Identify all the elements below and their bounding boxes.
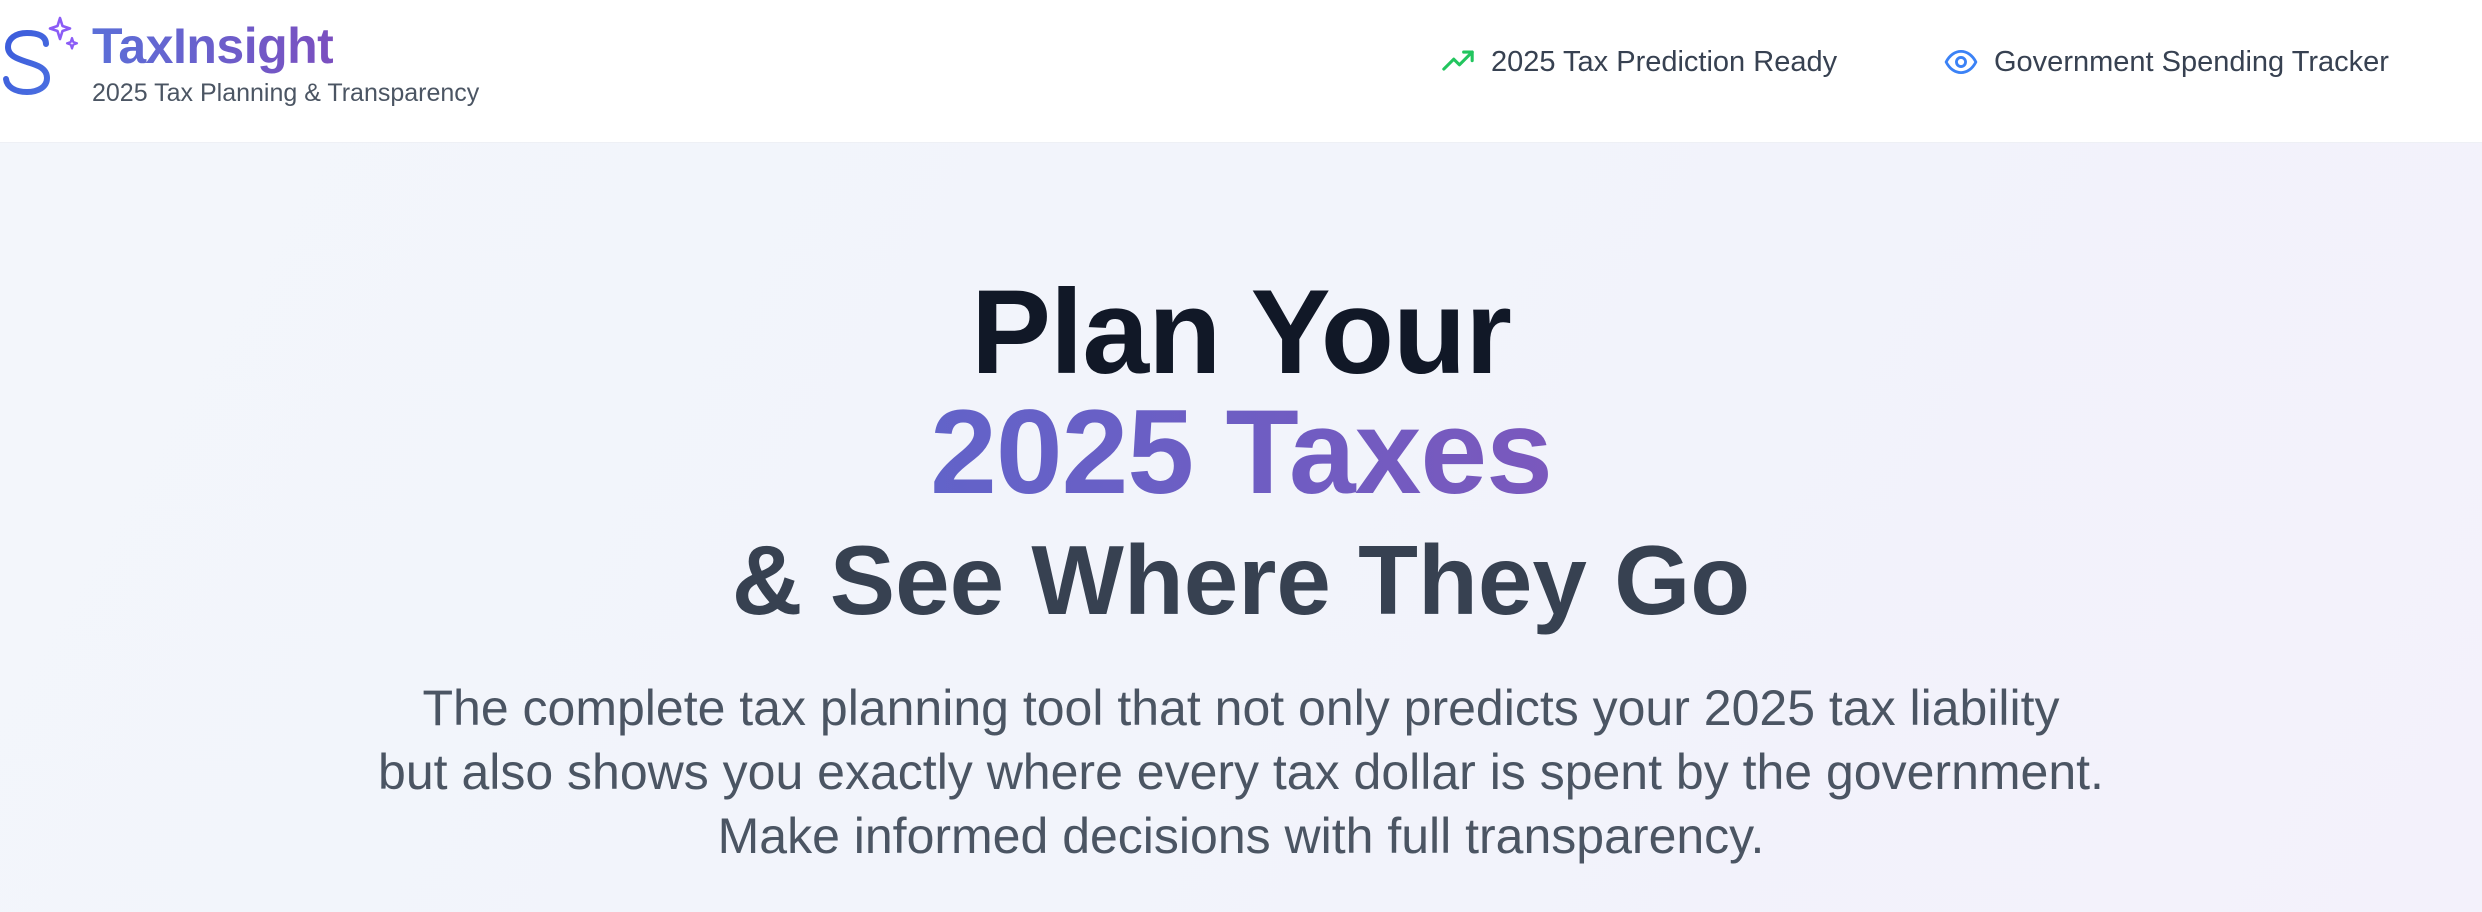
eye-icon: [1944, 49, 1978, 75]
nav-tax-prediction[interactable]: 2025 Tax Prediction Ready: [1441, 40, 1837, 84]
hero-headline-highlight: 2025 Taxes: [930, 385, 1553, 519]
trending-up-icon: [1442, 50, 1474, 71]
nav-tax-prediction-label: 2025 Tax Prediction Ready: [1491, 45, 1838, 78]
nav-spending-tracker-label: Government Spending Tracker: [1994, 45, 2389, 78]
dollar-sparkle-logo-icon: [3, 16, 79, 100]
hero-headline-line3: & See Where They Go: [731, 525, 1751, 635]
hero-headline-line2: 2025 Taxes: [0, 382, 2482, 522]
brand-title[interactable]: TaxInsight: [92, 14, 334, 78]
hero-headline-line1: Plan Your: [970, 265, 1512, 399]
brand-subtitle: 2025 Tax Planning & Transparency: [92, 79, 480, 107]
hero-description-line: but also shows you exactly where every t…: [378, 744, 2104, 800]
top-header: TaxInsight 2025 Tax Planning & Transpare…: [0, 0, 2482, 143]
hero-description-line: Make informed decisions with full transp…: [717, 808, 1765, 864]
hero-description: The complete tax planning tool that not …: [241, 676, 2241, 868]
nav-spending-tracker[interactable]: Government Spending Tracker: [1944, 40, 2389, 84]
hero-description-line: The complete tax planning tool that not …: [422, 680, 2060, 736]
